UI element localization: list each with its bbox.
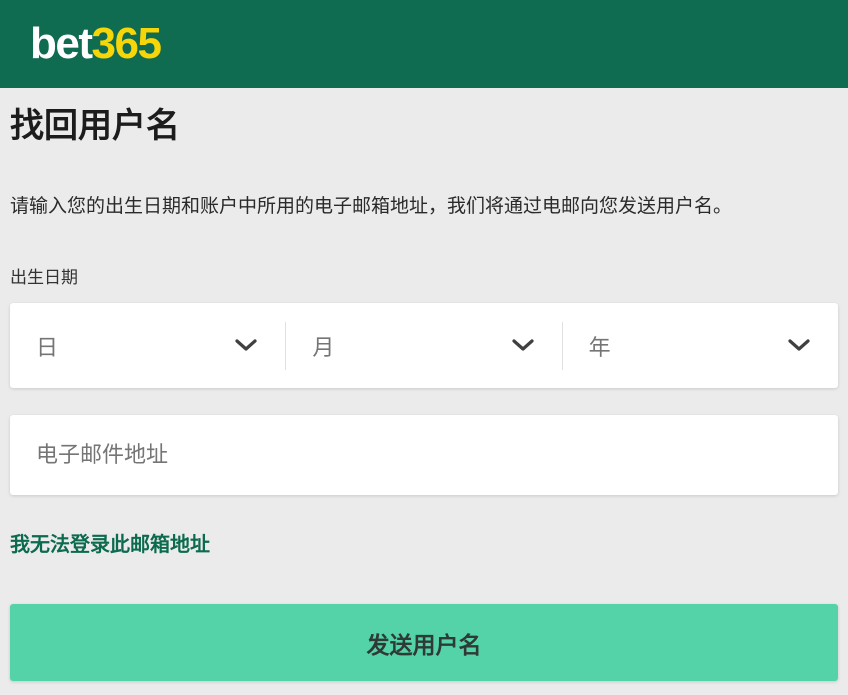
dob-label: 出生日期	[10, 263, 838, 288]
chevron-down-icon	[788, 339, 810, 352]
logo-bet: bet	[30, 19, 92, 68]
instructions-text: 请输入您的出生日期和账户中所用的电子邮箱地址，我们将通过电邮向您发送用户名。	[10, 193, 838, 221]
send-username-button[interactable]: 发送用户名	[10, 604, 838, 681]
dob-month-select[interactable]: 月	[286, 303, 561, 388]
main-content: 找回用户名 请输入您的出生日期和账户中所用的电子邮箱地址，我们将通过电邮向您发送…	[0, 105, 848, 681]
dob-year-value: 年	[589, 330, 611, 362]
dob-month-value: 月	[312, 330, 334, 362]
logo-365: 365	[92, 19, 161, 68]
bet365-logo[interactable]: bet365	[30, 22, 160, 66]
header: bet365	[0, 0, 848, 88]
chevron-down-icon	[512, 339, 534, 352]
dob-day-value: 日	[36, 330, 58, 362]
dob-year-select[interactable]: 年	[563, 303, 838, 388]
email-input[interactable]	[10, 415, 838, 495]
chevron-down-icon	[235, 339, 257, 352]
cant-access-email-link[interactable]: 我无法登录此邮箱地址	[10, 528, 210, 557]
dob-select-row: 日 月 年	[10, 303, 838, 388]
page-title: 找回用户名	[10, 105, 838, 148]
dob-day-select[interactable]: 日	[10, 303, 285, 388]
